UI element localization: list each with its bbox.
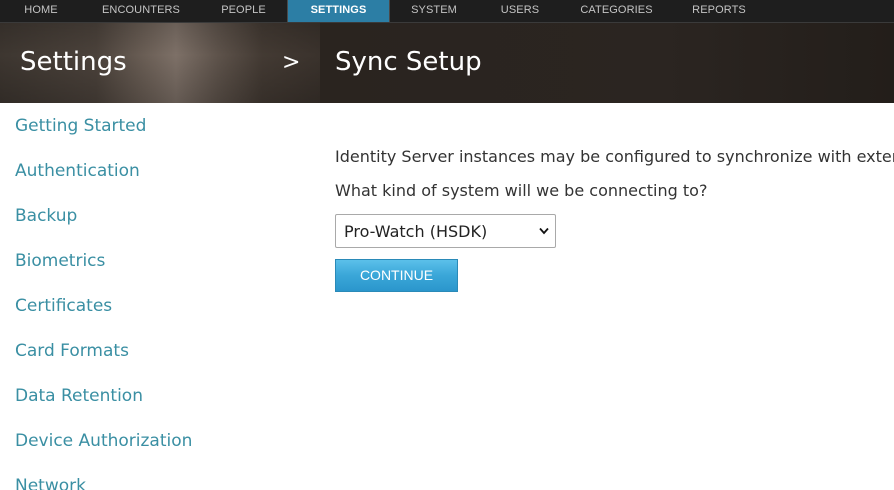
page-title: Sync Setup xyxy=(335,47,482,77)
sidebar-item-certificates[interactable]: Certificates xyxy=(15,296,112,316)
nav-tab-home[interactable]: HOME xyxy=(0,0,82,22)
top-navigation-bar: HOME ENCOUNTERS PEOPLE SETTINGS SYSTEM U… xyxy=(0,0,894,23)
sidebar-item-backup[interactable]: Backup xyxy=(15,206,77,226)
intro-text: Identity Server instances may be configu… xyxy=(335,147,894,166)
chevron-right-icon: > xyxy=(282,50,301,75)
section-title: Settings xyxy=(20,47,127,77)
sidebar-item-network[interactable]: Network xyxy=(15,476,86,490)
nav-tab-people[interactable]: PEOPLE xyxy=(200,0,287,22)
system-type-select[interactable]: Pro-Watch (HSDK) xyxy=(335,214,556,248)
nav-tab-encounters[interactable]: ENCOUNTERS xyxy=(82,0,200,22)
nav-tab-users[interactable]: USERS xyxy=(480,0,560,22)
sidebar-item-data-retention[interactable]: Data Retention xyxy=(15,386,143,406)
main-content: Identity Server instances may be configu… xyxy=(320,103,894,490)
system-question-label: What kind of system will we be connectin… xyxy=(335,181,708,200)
settings-sidebar: Getting Started Authentication Backup Bi… xyxy=(0,103,320,490)
sidebar-item-authentication[interactable]: Authentication xyxy=(15,161,140,181)
continue-button[interactable]: CONTINUE xyxy=(335,259,458,292)
nav-tab-categories[interactable]: CATEGORIES xyxy=(560,0,673,22)
chevron-down-icon xyxy=(539,227,549,235)
nav-tab-reports[interactable]: REPORTS xyxy=(673,0,765,22)
page-header: Settings > Sync Setup xyxy=(0,23,894,103)
system-type-selected-value: Pro-Watch (HSDK) xyxy=(344,222,488,241)
nav-tab-system[interactable]: SYSTEM xyxy=(388,0,480,22)
sidebar-item-card-formats[interactable]: Card Formats xyxy=(15,341,129,361)
sidebar-item-getting-started[interactable]: Getting Started xyxy=(15,116,146,136)
nav-tab-settings[interactable]: SETTINGS xyxy=(287,0,390,22)
sidebar-item-device-authorization[interactable]: Device Authorization xyxy=(15,431,192,451)
sidebar-item-biometrics[interactable]: Biometrics xyxy=(15,251,105,271)
